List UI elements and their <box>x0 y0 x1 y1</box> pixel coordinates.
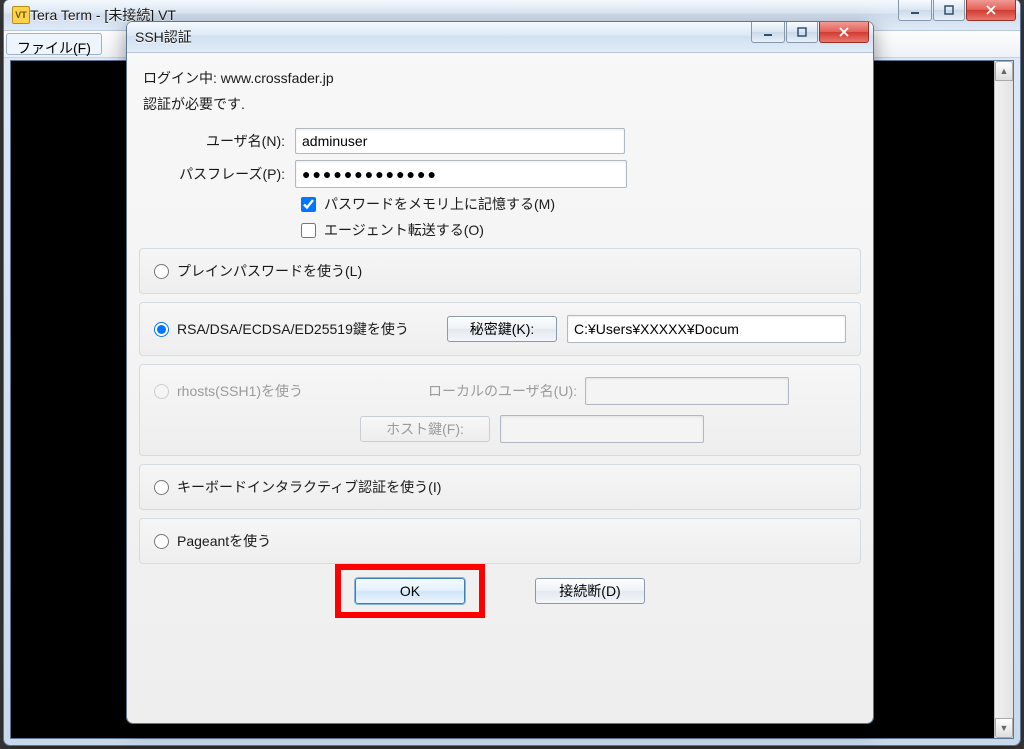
disconnect-button[interactable]: 接続断(D) <box>535 578 645 604</box>
ssh-auth-dialog: SSH認証 ログイン中: www.crossfader.jp 認証が必要です. … <box>127 22 873 723</box>
option-plain-panel: プレインパスワードを使う(L) <box>139 248 861 294</box>
private-key-button[interactable]: 秘密鍵(K): <box>447 316 557 342</box>
username-input[interactable] <box>295 128 625 154</box>
option-kbd-panel: キーボードインタラクティブ認証を使う(I) <box>139 464 861 510</box>
host-key-button: ホスト鍵(F): <box>360 416 490 442</box>
passphrase-input[interactable]: ●●●●●●●●●●●●● <box>295 160 627 188</box>
main-close-button[interactable] <box>966 0 1016 21</box>
remember-password-label: パスワードをメモリ上に記憶する(M) <box>324 194 555 214</box>
private-key-path-field[interactable]: C:¥Users¥XXXXX¥Docum <box>567 315 846 343</box>
scroll-down-icon[interactable]: ▼ <box>995 718 1013 738</box>
teraterm-app-icon: VT <box>12 6 30 24</box>
passphrase-masked-value: ●●●●●●●●●●●●● <box>302 166 438 182</box>
auth-needed-label: 認証が必要です. <box>143 94 861 114</box>
menu-file[interactable]: ファイル(F) <box>6 33 102 55</box>
option-plain-label: プレインパスワードを使う(L) <box>177 261 362 281</box>
option-rhosts-radio <box>154 384 169 399</box>
agent-forward-checkbox[interactable] <box>301 223 316 238</box>
dialog-title: SSH認証 <box>135 27 192 47</box>
host-key-path-field <box>500 415 704 443</box>
dialog-maximize-button[interactable] <box>786 22 818 43</box>
option-pageant-panel: Pageantを使う <box>139 518 861 564</box>
scroll-up-icon[interactable]: ▲ <box>995 61 1013 81</box>
terminal-scrollbar[interactable]: ▲ ▼ <box>994 61 1013 738</box>
option-rsa-label: RSA/DSA/ECDSA/ED25519鍵を使う <box>177 319 437 339</box>
local-username-label: ローカルのユーザ名(U): <box>407 381 577 401</box>
agent-forward-label: エージェント転送する(O) <box>324 220 484 240</box>
option-pageant-radio[interactable] <box>154 534 169 549</box>
main-minimize-button[interactable] <box>898 0 932 21</box>
option-rhosts-label: rhosts(SSH1)を使う <box>177 381 407 401</box>
option-rsa-radio[interactable] <box>154 322 169 337</box>
username-label: ユーザ名(N): <box>139 131 285 151</box>
main-maximize-button[interactable] <box>933 0 965 21</box>
option-plain-radio[interactable] <box>154 264 169 279</box>
highlight-box-icon <box>335 564 485 618</box>
option-kbd-label: キーボードインタラクティブ認証を使う(I) <box>177 477 441 497</box>
option-rsa-panel: RSA/DSA/ECDSA/ED25519鍵を使う 秘密鍵(K): C:¥Use… <box>139 302 861 356</box>
option-kbd-radio[interactable] <box>154 480 169 495</box>
local-username-field <box>585 377 789 405</box>
dialog-minimize-button[interactable] <box>751 22 785 43</box>
option-rhosts-panel: rhosts(SSH1)を使う ローカルのユーザ名(U): ホスト鍵(F): <box>139 364 861 456</box>
dialog-close-button[interactable] <box>819 22 869 43</box>
passphrase-label: パスフレーズ(P): <box>139 164 285 184</box>
option-pageant-label: Pageantを使う <box>177 531 271 551</box>
dialog-titlebar[interactable]: SSH認証 <box>127 22 873 53</box>
remember-password-checkbox[interactable] <box>301 197 316 212</box>
login-host-line: ログイン中: www.crossfader.jp <box>143 68 861 88</box>
